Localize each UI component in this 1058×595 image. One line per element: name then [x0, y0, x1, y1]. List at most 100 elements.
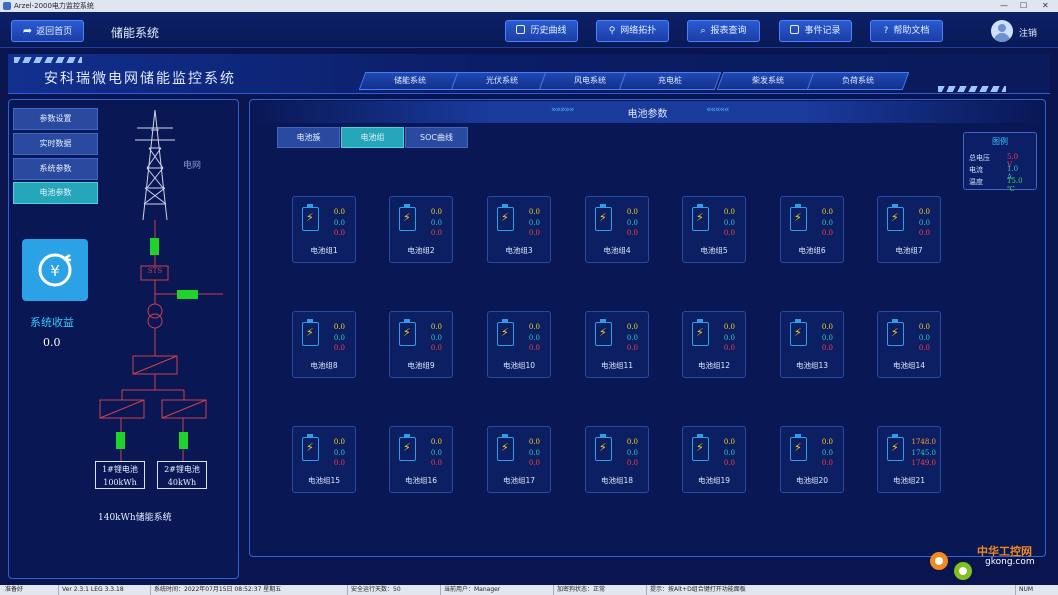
nav-tab-diesel[interactable]: 柴发系统: [716, 72, 820, 90]
tab-soc-curve[interactable]: SOC曲线: [405, 127, 468, 148]
back-home-button[interactable]: ➦ 返回首页: [11, 20, 84, 42]
battery-group-card[interactable]: ⚡ 0.0 0.0 0.0 电池组17: [487, 426, 551, 493]
value-3: 0.0: [626, 229, 638, 237]
battery-icon: ⚡: [399, 204, 416, 231]
lightning-icon: ⚡: [794, 211, 802, 224]
value-2: 0.0: [333, 333, 345, 342]
battery-group-values: 0.0 0.0 0.0: [323, 322, 345, 354]
battery-group-values: 0.0 0.0 0.0: [811, 437, 833, 469]
value-1: 0.0: [528, 438, 540, 446]
value-1: 0.0: [918, 323, 930, 331]
grid-label: 电网: [183, 161, 202, 171]
minimize-button[interactable]: —: [1000, 0, 1008, 12]
logout-link[interactable]: 注销: [1019, 26, 1037, 39]
battery-group-values: 0.0 0.0 0.0: [908, 322, 930, 354]
battery-icon: ⚡: [497, 434, 514, 461]
nav-tab-storage[interactable]: 储能系统: [358, 72, 462, 90]
battery-icon: ⚡: [302, 204, 319, 231]
battery-group-values: 0.0 0.0 0.0: [713, 322, 735, 354]
battery-group-card[interactable]: ⚡ 0.0 0.0 0.0 电池组19: [682, 426, 746, 493]
value-2: 0.0: [626, 218, 638, 227]
sidebar-item-param-settings[interactable]: 参数设置: [13, 108, 98, 130]
battery-icon: ⚡: [497, 319, 514, 346]
battery-icon: ⚡: [302, 319, 319, 346]
battery-icon: ⚡: [497, 204, 514, 231]
content-header: »»»»» 电池参数 «««««: [251, 101, 1044, 123]
sidebar-item-battery-params[interactable]: 电池参数: [13, 182, 98, 204]
nav-tab-pv[interactable]: 光伏系统: [450, 72, 554, 90]
maximize-button[interactable]: ☐: [1020, 0, 1027, 12]
battery-group-values: 0.0 0.0 0.0: [518, 322, 540, 354]
battery-group-name: 电池组13: [795, 361, 829, 370]
battery-group-card[interactable]: ⚡ 0.0 0.0 0.0 电池组4: [585, 196, 649, 263]
battery-group-values: 1748.0 1745.0 1749.0: [902, 437, 937, 469]
battery-group-values: 0.0 0.0 0.0: [323, 437, 345, 469]
battery-group-card[interactable]: ⚡ 0.0 0.0 0.0 电池组5: [682, 196, 746, 263]
battery-group-name: 电池组12: [697, 361, 731, 370]
event-log-button[interactable]: 事件记录: [779, 20, 852, 42]
lightning-icon: ⚡: [501, 441, 509, 454]
battery-icon: ⚡: [790, 319, 807, 346]
value-1: 0.0: [430, 208, 442, 216]
battery-group-card[interactable]: ⚡ 0.0 0.0 0.0 电池组13: [780, 311, 844, 378]
battery-group-card[interactable]: ⚡ 0.0 0.0 0.0 电池组9: [389, 311, 453, 378]
battery-group-card[interactable]: ⚡ 0.0 0.0 0.0 电池组10: [487, 311, 551, 378]
tab-battery-cluster[interactable]: 电池簇: [277, 127, 340, 148]
value-3: 0.0: [918, 229, 930, 237]
battery-group-card[interactable]: ⚡ 0.0 0.0 0.0 电池组18: [585, 426, 649, 493]
battery-group-values: 0.0 0.0 0.0: [713, 207, 735, 239]
status-days: 安全运行天数：50: [347, 585, 401, 595]
battery-group-card[interactable]: ⚡ 0.0 0.0 0.0 电池组20: [780, 426, 844, 493]
battery-group-card[interactable]: ⚡ 0.0 0.0 0.0 电池组2: [389, 196, 453, 263]
battery-group-values: 0.0 0.0 0.0: [420, 207, 442, 239]
legend: 图例 总电压 5.0 V 电流 1.0 A 温度 15.0 ℃: [963, 132, 1037, 193]
battery-group-card[interactable]: ⚡ 0.0 0.0 0.0 电池组6: [780, 196, 844, 263]
content-title: 电池参数: [627, 109, 668, 120]
battery2-box: 2#锂电池 40kWh: [157, 461, 207, 489]
report-query-button[interactable]: ⌕ 报表查询: [687, 20, 760, 42]
user-avatar[interactable]: [991, 20, 1013, 42]
lightning-icon: ⚡: [403, 211, 411, 224]
help-docs-button[interactable]: ? 帮助文档: [870, 20, 943, 42]
value-3: 0.0: [430, 229, 442, 237]
battery-group-card[interactable]: ⚡ 0.0 0.0 0.0 电池组3: [487, 196, 551, 263]
value-2: 0.0: [821, 218, 833, 227]
close-button[interactable]: ✕: [1042, 0, 1049, 12]
revenue-label: 系统收益: [30, 316, 74, 329]
app-icon: [3, 2, 11, 10]
breaker-battery1: [116, 432, 125, 449]
status-user: 当前用户：Manager: [440, 585, 500, 595]
battery-group-card[interactable]: ⚡ 0.0 0.0 0.0 电池组12: [682, 311, 746, 378]
value-3: 0.0: [821, 229, 833, 237]
nav-tab-load[interactable]: 负荷系统: [806, 72, 910, 90]
value-1: 0.0: [528, 323, 540, 331]
history-curve-button[interactable]: 历史曲线: [505, 20, 578, 42]
value-3: 0.0: [626, 459, 638, 467]
battery1-box: 1#锂电池 100kWh: [95, 461, 145, 489]
value-3: 0.0: [821, 459, 833, 467]
battery-group-card[interactable]: ⚡ 0.0 0.0 0.0 电池组14: [877, 311, 941, 378]
value-1: 0.0: [333, 438, 345, 446]
value-2: 0.0: [626, 333, 638, 342]
lightning-icon: ⚡: [306, 211, 314, 224]
battery-group-card[interactable]: ⚡ 0.0 0.0 0.0 电池组16: [389, 426, 453, 493]
sidebar-item-realtime-data[interactable]: 实时数据: [13, 133, 98, 155]
nav-tab-charging[interactable]: 充电桩: [618, 72, 722, 90]
battery-group-values: 0.0 0.0 0.0: [518, 207, 540, 239]
battery-group-card[interactable]: ⚡ 0.0 0.0 0.0 电池组7: [877, 196, 941, 263]
value-2: 1745.0: [911, 448, 937, 457]
tab-battery-group[interactable]: 电池组: [341, 127, 404, 148]
storage-system-label: 140kWh储能系统: [98, 513, 172, 523]
battery-icon: ⚡: [399, 319, 416, 346]
battery-group-name: 电池组15: [307, 476, 341, 485]
battery-group-values: 0.0 0.0 0.0: [616, 437, 638, 469]
battery-group-card[interactable]: ⚡ 0.0 0.0 0.0 电池组15: [292, 426, 356, 493]
svg-text:¥: ¥: [50, 262, 60, 280]
battery-group-card[interactable]: ⚡ 0.0 0.0 0.0 电池组11: [585, 311, 649, 378]
sidebar-item-system-params[interactable]: 系统参数: [13, 158, 98, 180]
battery-group-card[interactable]: ⚡ 0.0 0.0 0.0 电池组1: [292, 196, 356, 263]
sts-label: STS: [147, 267, 163, 275]
network-topology-button[interactable]: ⚲ 网络拓扑: [596, 20, 669, 42]
battery-group-card[interactable]: ⚡ 1748.0 1745.0 1749.0 电池组21: [877, 426, 941, 493]
battery-group-card[interactable]: ⚡ 0.0 0.0 0.0 电池组8: [292, 311, 356, 378]
